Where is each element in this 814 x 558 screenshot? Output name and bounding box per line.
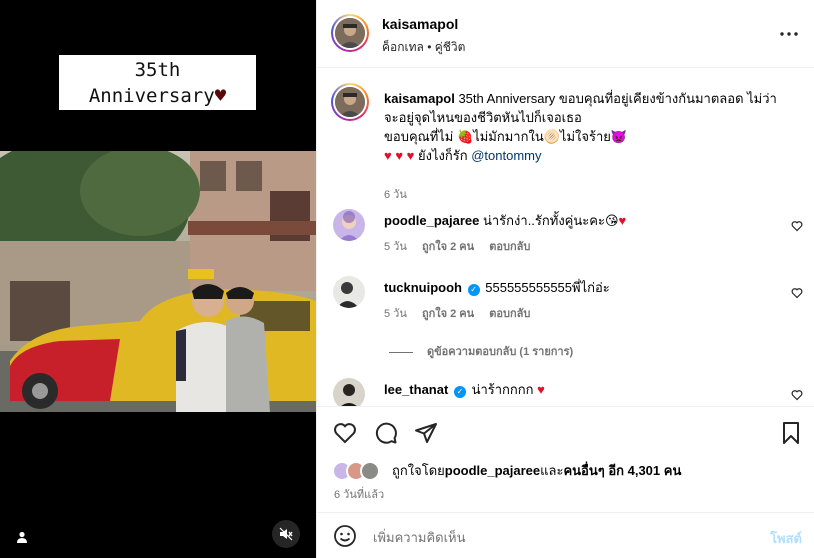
add-comment-bar: โพสต์ (317, 512, 814, 558)
emoji-smiley-icon[interactable] (333, 524, 357, 548)
overlay-line-2-wrap: Anniversary♥ (59, 83, 256, 109)
verified-badge-icon: ✓ (467, 284, 480, 296)
more-horizontal-icon[interactable] (779, 24, 799, 44)
reply-button[interactable]: ตอบกลับ (489, 308, 530, 320)
post-media[interactable]: 35th Anniversary♥ (0, 0, 316, 558)
replies-divider-line (389, 351, 413, 353)
caption-time[interactable]: 6 วัน (384, 189, 407, 201)
comments-list[interactable]: kaisamapol 35th Anniversary ขอบคุณที่อยู… (317, 69, 814, 406)
commenter-avatar[interactable] (333, 209, 365, 241)
photo-illustration (0, 151, 316, 412)
caption-username[interactable]: kaisamapol (384, 91, 455, 106)
likes-user[interactable]: poodle_pajaree (445, 463, 540, 478)
comment-body: น่ารักง่า..รักทั้งคู่นะคะ (483, 213, 605, 228)
bookmark-icon[interactable] (779, 421, 803, 445)
likes-prefix: ถูกใจโดย (392, 463, 445, 478)
paper-plane-icon[interactable] (414, 421, 438, 445)
comment-text: lee_thanat ✓ น่าร้ากกกก ♥ (384, 380, 775, 399)
caption-line-2c: ไม่ใจร้าย (559, 129, 611, 144)
comment-text: tucknuipooh ✓ 555555555555พี่ไก่อ่ะ (384, 278, 775, 297)
comment-text: poodle_pajaree น่ารักง่า..รักทั้งคู่นะคะ… (384, 211, 775, 230)
post-subtitle[interactable]: ค็อกเทล • คู่ชีวิต (382, 38, 465, 57)
likes-middle: และ (540, 463, 564, 478)
post-header: kaisamapol ค็อกเทล • คู่ชีวิต (317, 0, 814, 68)
commenter-avatar[interactable] (333, 276, 365, 308)
comment-like-heart-icon[interactable] (791, 286, 803, 299)
caption-line-3: ยังไงก็รัก (414, 148, 472, 163)
view-replies-button[interactable]: ดูข้อความตอบกลับ (1 รายการ) (389, 342, 573, 360)
caption-line-2a: ขอบคุณที่ไม่ (384, 129, 457, 144)
mention-link[interactable]: @tontommy (471, 148, 541, 163)
author-avatar-image (335, 18, 365, 48)
comment-bubble-icon[interactable] (374, 421, 398, 445)
post-comment-button[interactable]: โพสต์ (770, 528, 802, 549)
liker-avatar (360, 460, 380, 481)
comment-time[interactable]: 5 วัน (384, 241, 407, 253)
devil-emoji: 👿 (610, 129, 628, 144)
caption-author-avatar[interactable] (331, 83, 369, 121)
speaker-muted-icon (279, 527, 293, 541)
caption-avatar-image (335, 87, 365, 117)
post-actions-bar: ถูกใจโดย poodle_pajaree และ คนอื่นๆ อีก 4… (317, 406, 814, 512)
anniversary-overlay-card: 35th Anniversary♥ (59, 55, 256, 110)
author-username[interactable]: kaisamapol (382, 16, 458, 32)
post-details-panel: kaisamapol ค็อกเทล • คู่ชีวิต kaisamapol… (316, 0, 814, 558)
commenter-username[interactable]: lee_thanat (384, 382, 448, 397)
verified-badge-icon: ✓ (453, 386, 466, 398)
comment-body: น่าร้ากกกก (471, 382, 534, 397)
comment-meta: 5 วัน ถูกใจ 2 คน ตอบกลับ (384, 237, 542, 255)
likes-others[interactable]: คนอื่นๆ อีก 4,301 คน (563, 460, 681, 481)
couple-taxi-photo (0, 151, 316, 412)
caption-text: kaisamapol 35th Anniversary ขอบคุณที่อยู… (384, 89, 791, 165)
comment-likes[interactable]: ถูกใจ 2 คน (422, 241, 474, 253)
caption-meta: 6 วัน (384, 185, 419, 203)
view-replies-label: ดูข้อความตอบกลับ (1 รายการ) (427, 346, 574, 358)
reply-button[interactable]: ตอบกลับ (489, 241, 530, 253)
kiss-emoji: 😘 (604, 213, 619, 228)
hearts-emoji: ♥ ♥ ♥ (384, 148, 415, 163)
author-avatar[interactable] (331, 14, 369, 52)
comment-input[interactable] (373, 526, 733, 548)
overlay-heart-icon: ♥ (214, 85, 227, 107)
overlay-line-1: 35th (134, 59, 181, 81)
comment-meta: 5 วัน ถูกใจ 2 คน ตอบกลับ (384, 304, 542, 322)
comment-body: 555555555555พี่ไก่อ่ะ (485, 280, 610, 295)
overlay-line-2: Anniversary (88, 85, 215, 107)
commenter-avatar[interactable] (333, 378, 365, 406)
user-tag-icon[interactable] (15, 530, 29, 544)
liker-avatars (332, 460, 392, 481)
likes-summary[interactable]: ถูกใจโดย poodle_pajaree และ คนอื่นๆ อีก 4… (332, 460, 681, 481)
plantain-emoji: 🫓 (543, 129, 560, 144)
heart-emoji: ♥ (537, 382, 545, 397)
comment-likes[interactable]: ถูกใจ 2 คน (422, 308, 474, 320)
caption-line-2b: ไม่มักมากใน (473, 129, 544, 144)
commenter-username[interactable]: poodle_pajaree (384, 213, 479, 228)
comment-like-heart-icon[interactable] (791, 219, 803, 232)
comment-like-heart-icon[interactable] (791, 388, 803, 401)
commenter-username[interactable]: tucknuipooh (384, 280, 462, 295)
posted-time[interactable]: 6 วันที่แล้ว (334, 485, 384, 503)
heart-outline-icon[interactable] (333, 421, 357, 445)
heart-emoji: ♥ (618, 213, 627, 228)
strawberry-emoji: 🍓 (457, 129, 474, 144)
mute-toggle-button[interactable] (272, 520, 300, 548)
comment-time[interactable]: 5 วัน (384, 308, 407, 320)
